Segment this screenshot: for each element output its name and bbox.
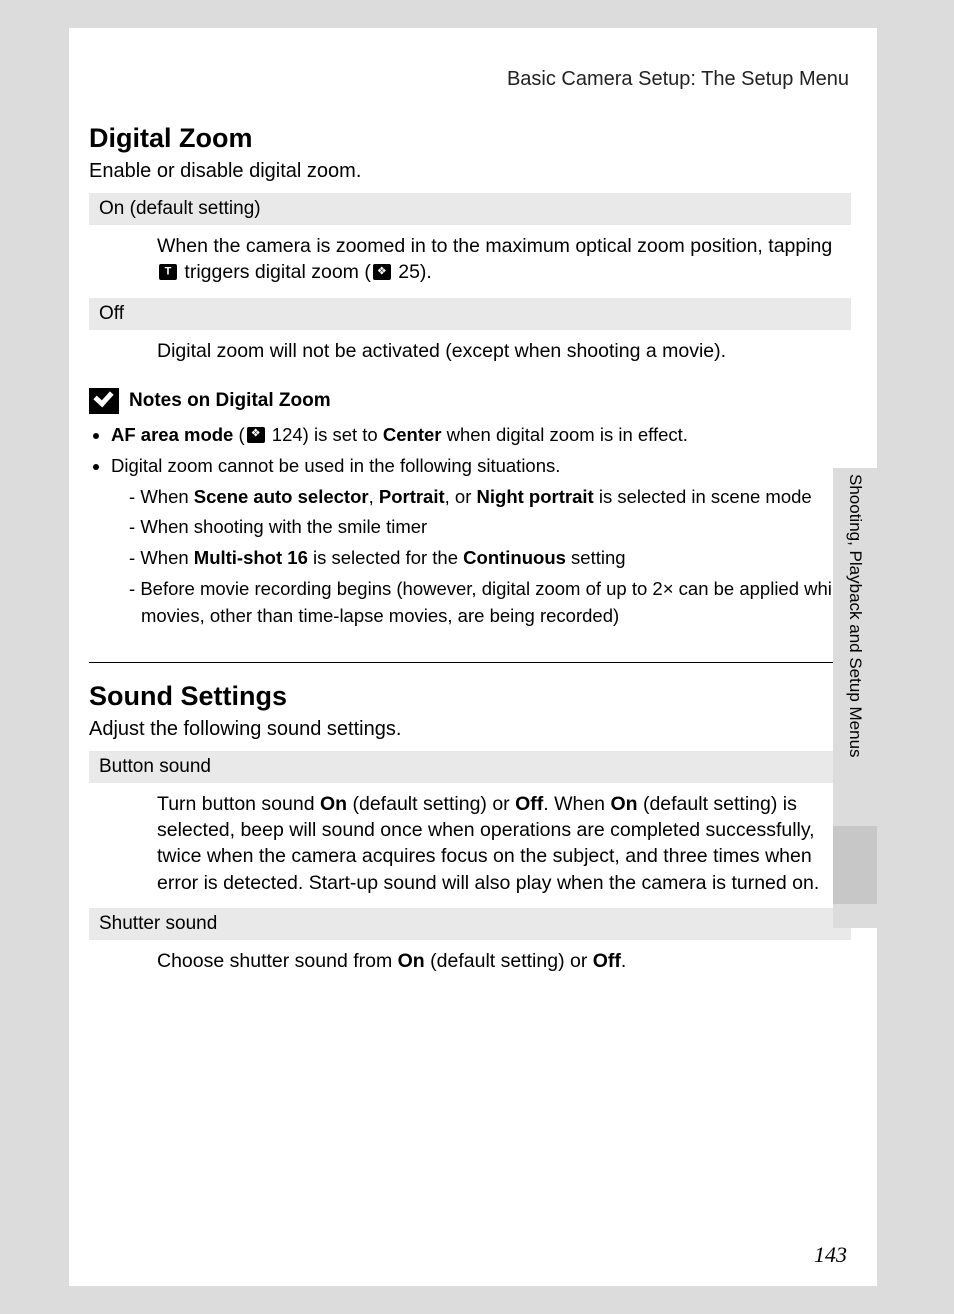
text: Digital zoom cannot be used in the follo… xyxy=(111,455,560,476)
option-header-shutter-sound: Shutter sound xyxy=(89,908,851,940)
notes-list: AF area mode ( 124) is set to Center whe… xyxy=(89,422,851,630)
check-icon xyxy=(89,388,119,414)
text-bold: On xyxy=(610,793,637,815)
page-ref-icon xyxy=(373,264,391,280)
note-item: Digital zoom cannot be used in the follo… xyxy=(111,453,851,630)
text-bold: On xyxy=(398,950,425,972)
option-header-on: On (default setting) xyxy=(89,193,851,225)
side-tab-thumb xyxy=(833,826,877,904)
section-heading-sound-settings: Sound Settings xyxy=(89,681,851,712)
text: . xyxy=(621,950,626,972)
text-bold: Off xyxy=(515,793,543,815)
option-body-off: Digital zoom will not be activated (exce… xyxy=(89,330,851,374)
section-divider xyxy=(89,662,851,663)
text-bold: AF area mode xyxy=(111,424,233,445)
text: Choose shutter sound from xyxy=(157,950,398,972)
text: when digital zoom is in effect. xyxy=(441,424,687,445)
option-body-button-sound: Turn button sound On (default setting) o… xyxy=(89,783,851,906)
text: , xyxy=(369,486,379,507)
text-bold: Portrait xyxy=(379,486,445,507)
notes-title: Notes on Digital Zoom xyxy=(129,390,331,412)
sub-item: When Multi-shot 16 is selected for the C… xyxy=(129,545,851,572)
text-bold: Off xyxy=(593,950,621,972)
sub-list: When Scene auto selector, Portrait, or N… xyxy=(111,484,851,630)
text: (default setting) or xyxy=(347,793,515,815)
option-body-on: When the camera is zoomed in to the maxi… xyxy=(89,225,851,296)
page-ref-icon xyxy=(247,427,265,443)
text: is selected in scene mode xyxy=(594,486,812,507)
option-header-off: Off xyxy=(89,298,851,330)
sub-item: When shooting with the smile timer xyxy=(129,514,851,541)
sub-item: Before movie recording begins (however, … xyxy=(129,576,851,630)
section-intro: Adjust the following sound settings. xyxy=(89,718,851,741)
text-bold: Continuous xyxy=(463,547,566,568)
text: triggers digital zoom ( xyxy=(179,261,371,283)
page: Basic Camera Setup: The Setup Menu Digit… xyxy=(69,28,877,1286)
text: (default setting) or xyxy=(425,950,593,972)
text: When xyxy=(140,486,193,507)
text-bold: On xyxy=(320,793,347,815)
text: ( xyxy=(233,424,244,445)
section-heading-digital-zoom: Digital Zoom xyxy=(89,123,851,154)
text: setting xyxy=(566,547,626,568)
notes-header: Notes on Digital Zoom xyxy=(89,388,851,414)
section-intro: Enable or disable digital zoom. xyxy=(89,160,851,183)
text: 124) is set to xyxy=(267,424,383,445)
side-tab-label: Shooting, Playback and Setup Menus xyxy=(845,474,865,758)
telephoto-icon xyxy=(159,264,177,280)
text: When the camera is zoomed in to the maxi… xyxy=(157,235,832,257)
sub-item: When Scene auto selector, Portrait, or N… xyxy=(129,484,851,511)
text: When shooting with the smile timer xyxy=(140,516,427,537)
text-bold: Night portrait xyxy=(477,486,594,507)
text: Before movie recording begins (however, … xyxy=(140,578,846,626)
text: When xyxy=(140,547,193,568)
note-item: AF area mode ( 124) is set to Center whe… xyxy=(111,422,851,449)
option-header-button-sound: Button sound xyxy=(89,751,851,783)
text: . When xyxy=(543,793,610,815)
text-bold: Center xyxy=(383,424,442,445)
text-bold: Scene auto selector xyxy=(194,486,369,507)
text: Turn button sound xyxy=(157,793,320,815)
text: , or xyxy=(445,486,477,507)
text: is selected for the xyxy=(308,547,463,568)
page-number: 143 xyxy=(814,1242,847,1268)
page-header: Basic Camera Setup: The Setup Menu xyxy=(89,68,851,91)
option-body-shutter-sound: Choose shutter sound from On (default se… xyxy=(89,940,851,984)
text: 25). xyxy=(393,261,432,283)
text-bold: Multi-shot 16 xyxy=(194,547,308,568)
